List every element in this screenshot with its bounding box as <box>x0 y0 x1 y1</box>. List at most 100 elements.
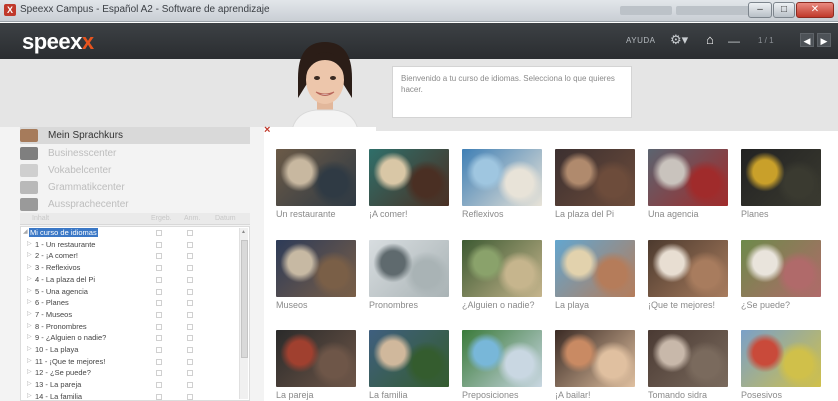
lesson-tile[interactable]: La playa <box>555 240 635 310</box>
lesson-thumbnail[interactable] <box>741 149 821 206</box>
note-checkbox[interactable] <box>187 393 193 400</box>
note-checkbox[interactable] <box>187 311 193 318</box>
lesson-tile[interactable]: ¡A comer! <box>369 149 449 219</box>
lesson-caption[interactable]: Reflexivos <box>462 209 542 219</box>
lesson-caption[interactable]: ¡A comer! <box>369 209 449 219</box>
settings-gear-icon[interactable]: ⚙▾ <box>670 32 688 48</box>
expand-arrow-icon[interactable]: ▷ <box>27 298 32 307</box>
lesson-tile[interactable]: ¿Se puede? <box>741 240 821 310</box>
expand-arrow-icon[interactable]: ▷ <box>27 380 32 389</box>
lesson-thumbnail[interactable] <box>369 330 449 387</box>
column-header-datum[interactable]: Datum <box>215 215 236 222</box>
lesson-thumbnail[interactable] <box>276 240 356 297</box>
expand-arrow-icon[interactable]: ▷ <box>27 392 32 401</box>
sidebar-item-aussprachecenter[interactable]: Aussprachecenter <box>20 196 250 213</box>
close-icon[interactable]: × <box>264 124 270 136</box>
expand-arrow-icon[interactable]: ▷ <box>27 322 32 331</box>
previous-page-button[interactable]: ◀ <box>800 33 814 47</box>
expand-arrow-icon[interactable]: ▷ <box>27 345 32 354</box>
home-icon[interactable]: ⌂ <box>706 32 714 47</box>
note-checkbox[interactable] <box>187 300 193 307</box>
note-checkbox[interactable] <box>187 230 193 236</box>
result-checkbox[interactable] <box>156 276 162 283</box>
lesson-tile[interactable]: Tomando sidra <box>648 330 728 400</box>
lesson-thumbnail[interactable] <box>555 240 635 297</box>
lesson-thumbnail[interactable] <box>741 240 821 297</box>
lesson-caption[interactable]: ¿Se puede? <box>741 300 821 310</box>
minimize-panel-icon[interactable]: — <box>728 34 740 48</box>
result-checkbox[interactable] <box>156 382 162 389</box>
lesson-thumbnail[interactable] <box>555 149 635 206</box>
lesson-thumbnail[interactable] <box>369 240 449 297</box>
tree-lesson-item[interactable]: ▷ 13 - La pareja <box>21 380 241 389</box>
result-checkbox[interactable] <box>156 265 162 272</box>
tree-lesson-item[interactable]: ▷ 12 - ¿Se puede? <box>21 368 241 377</box>
column-header-anm[interactable]: Anm. <box>184 215 200 222</box>
result-checkbox[interactable] <box>156 311 162 318</box>
expand-arrow-icon[interactable]: ▷ <box>27 333 32 342</box>
note-checkbox[interactable] <box>187 382 193 389</box>
tree-lesson-item[interactable]: ▷ 4 - La plaza del Pi <box>21 275 241 284</box>
maximize-button[interactable]: □ <box>773 2 795 18</box>
lesson-tile[interactable]: Museos <box>276 240 356 310</box>
lesson-caption[interactable]: Una agencia <box>648 209 728 219</box>
lesson-caption[interactable]: La playa <box>555 300 635 310</box>
lesson-caption[interactable]: Un restaurante <box>276 209 356 219</box>
expand-arrow-icon[interactable]: ▷ <box>27 240 32 249</box>
note-checkbox[interactable] <box>187 358 193 365</box>
note-checkbox[interactable] <box>187 276 193 283</box>
note-checkbox[interactable] <box>187 370 193 377</box>
expand-arrow-icon[interactable]: ▷ <box>27 275 32 284</box>
tree-lesson-item[interactable]: ▷ 5 - Una agencia <box>21 287 241 296</box>
help-link[interactable]: AYUDA <box>626 36 655 45</box>
lesson-thumbnail[interactable] <box>648 330 728 387</box>
lesson-tile[interactable]: Posesivos <box>741 330 821 400</box>
lesson-tile[interactable]: ¿Alguien o nadie? <box>462 240 542 310</box>
lesson-thumbnail[interactable] <box>648 240 728 297</box>
note-checkbox[interactable] <box>187 335 193 342</box>
lesson-tile[interactable]: La familia <box>369 330 449 400</box>
sidebar-item-businesscenter[interactable]: Businesscenter <box>20 145 250 162</box>
note-checkbox[interactable] <box>187 241 193 248</box>
lesson-thumbnail[interactable] <box>462 330 542 387</box>
sidebar-item-vokabelcenter[interactable]: Vokabelcenter <box>20 162 250 179</box>
sidebar-item-grammatikcenter[interactable]: Grammatikcenter <box>20 179 250 196</box>
collapse-arrow-icon[interactable]: ◢ <box>23 228 28 237</box>
expand-arrow-icon[interactable]: ▷ <box>27 310 32 319</box>
lesson-thumbnail[interactable] <box>276 149 356 206</box>
lesson-caption[interactable]: ¿Alguien o nadie? <box>462 300 542 310</box>
tree-lesson-item[interactable]: ▷ 8 - Pronombres <box>21 322 241 331</box>
lesson-thumbnail[interactable] <box>555 330 635 387</box>
expand-arrow-icon[interactable]: ▷ <box>27 287 32 296</box>
lesson-caption[interactable]: ¡A bailar! <box>555 390 635 400</box>
result-checkbox[interactable] <box>156 230 162 236</box>
next-page-button[interactable]: ▶ <box>817 33 831 47</box>
lesson-caption[interactable]: La familia <box>369 390 449 400</box>
result-checkbox[interactable] <box>156 241 162 248</box>
lesson-caption[interactable]: Pronombres <box>369 300 449 310</box>
lesson-tile[interactable]: La pareja <box>276 330 356 400</box>
tree-lesson-item[interactable]: ▷ 10 - La playa <box>21 345 241 354</box>
lesson-caption[interactable]: La pareja <box>276 390 356 400</box>
tree-lesson-item[interactable]: ▷ 7 - Museos <box>21 310 241 319</box>
expand-arrow-icon[interactable]: ▷ <box>27 368 32 377</box>
lesson-thumbnail[interactable] <box>648 149 728 206</box>
lesson-thumbnail[interactable] <box>741 330 821 387</box>
tree-lesson-item[interactable]: ▷ 2 - ¡A comer! <box>21 251 241 260</box>
lesson-caption[interactable]: Museos <box>276 300 356 310</box>
result-checkbox[interactable] <box>156 323 162 330</box>
tree-lesson-item[interactable]: ▷ 1 - Un restaurante <box>21 240 241 249</box>
tree-scrollbar[interactable]: ▲ <box>239 228 248 399</box>
note-checkbox[interactable] <box>187 288 193 295</box>
lesson-caption[interactable]: Posesivos <box>741 390 821 400</box>
expand-arrow-icon[interactable]: ▷ <box>27 251 32 260</box>
expand-arrow-icon[interactable]: ▷ <box>27 263 32 272</box>
lesson-tile[interactable]: ¡Que te mejores! <box>648 240 728 310</box>
tree-lesson-item[interactable]: ▷ 3 - Reflexivos <box>21 263 241 272</box>
tree-lesson-item[interactable]: ▷ 6 - Planes <box>21 298 241 307</box>
lesson-tile[interactable]: Planes <box>741 149 821 219</box>
result-checkbox[interactable] <box>156 347 162 353</box>
tree-lesson-item[interactable]: ▷ 11 - ¡Que te mejores! <box>21 357 241 366</box>
lesson-tile[interactable]: ¡A bailar! <box>555 330 635 400</box>
lesson-thumbnail[interactable] <box>369 149 449 206</box>
